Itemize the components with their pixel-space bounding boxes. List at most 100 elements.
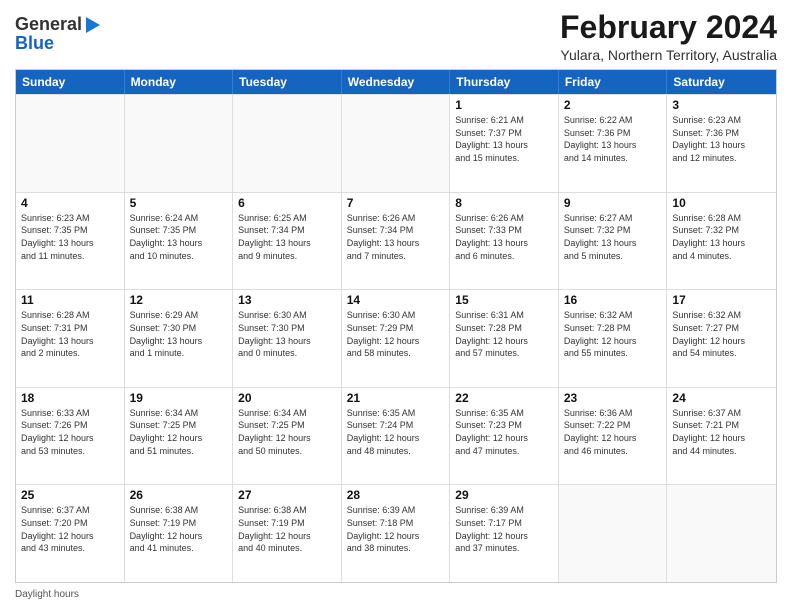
calendar-cell — [559, 485, 668, 582]
header-cell-tuesday: Tuesday — [233, 70, 342, 94]
day-number: 22 — [455, 391, 553, 405]
day-number: 21 — [347, 391, 445, 405]
day-number: 9 — [564, 196, 662, 210]
subtitle: Yulara, Northern Territory, Australia — [560, 47, 777, 63]
day-number: 25 — [21, 488, 119, 502]
day-number: 12 — [130, 293, 228, 307]
day-info: Sunrise: 6:26 AMSunset: 7:33 PMDaylight:… — [455, 212, 553, 262]
calendar-week-1: 4 Sunrise: 6:23 AMSunset: 7:35 PMDaylight… — [16, 192, 776, 290]
day-info: Sunrise: 6:38 AMSunset: 7:19 PMDaylight:… — [238, 504, 336, 554]
header: General Blue February 2024 Yulara, North… — [15, 10, 777, 63]
calendar-cell: 1 Sunrise: 6:21 AMSunset: 7:37 PMDaylight… — [450, 95, 559, 192]
day-number: 7 — [347, 196, 445, 210]
day-number: 5 — [130, 196, 228, 210]
day-number: 4 — [21, 196, 119, 210]
header-cell-wednesday: Wednesday — [342, 70, 451, 94]
calendar-cell: 10 Sunrise: 6:28 AMSunset: 7:32 PMDayligh… — [667, 193, 776, 290]
calendar-cell — [233, 95, 342, 192]
calendar-week-2: 11 Sunrise: 6:28 AMSunset: 7:31 PMDayligh… — [16, 289, 776, 387]
day-number: 17 — [672, 293, 771, 307]
day-number: 6 — [238, 196, 336, 210]
day-info: Sunrise: 6:26 AMSunset: 7:34 PMDaylight:… — [347, 212, 445, 262]
day-number: 19 — [130, 391, 228, 405]
calendar-cell: 26 Sunrise: 6:38 AMSunset: 7:19 PMDayligh… — [125, 485, 234, 582]
day-number: 14 — [347, 293, 445, 307]
day-number: 11 — [21, 293, 119, 307]
header-cell-friday: Friday — [559, 70, 668, 94]
day-info: Sunrise: 6:32 AMSunset: 7:28 PMDaylight:… — [564, 309, 662, 359]
day-info: Sunrise: 6:36 AMSunset: 7:22 PMDaylight:… — [564, 407, 662, 457]
calendar-cell: 18 Sunrise: 6:33 AMSunset: 7:26 PMDayligh… — [16, 388, 125, 485]
day-number: 23 — [564, 391, 662, 405]
calendar-week-0: 1 Sunrise: 6:21 AMSunset: 7:37 PMDaylight… — [16, 94, 776, 192]
day-number: 10 — [672, 196, 771, 210]
day-info: Sunrise: 6:34 AMSunset: 7:25 PMDaylight:… — [238, 407, 336, 457]
day-info: Sunrise: 6:21 AMSunset: 7:37 PMDaylight:… — [455, 114, 553, 164]
day-number: 16 — [564, 293, 662, 307]
title-block: February 2024 Yulara, Northern Territory… — [560, 10, 777, 63]
footer-note: Daylight hours — [15, 587, 777, 602]
header-cell-sunday: Sunday — [16, 70, 125, 94]
calendar-cell: 27 Sunrise: 6:38 AMSunset: 7:19 PMDayligh… — [233, 485, 342, 582]
day-info: Sunrise: 6:28 AMSunset: 7:32 PMDaylight:… — [672, 212, 771, 262]
calendar-cell: 16 Sunrise: 6:32 AMSunset: 7:28 PMDayligh… — [559, 290, 668, 387]
calendar-cell: 15Sunrise: 6:31 AMSunset: 7:28 PMDayligh… — [450, 290, 559, 387]
day-number: 13 — [238, 293, 336, 307]
calendar-cell: 28Sunrise: 6:39 AMSunset: 7:18 PMDayligh… — [342, 485, 451, 582]
calendar-cell — [667, 485, 776, 582]
calendar-cell: 7 Sunrise: 6:26 AMSunset: 7:34 PMDaylight… — [342, 193, 451, 290]
calendar-cell: 14 Sunrise: 6:30 AMSunset: 7:29 PMDayligh… — [342, 290, 451, 387]
day-number: 8 — [455, 196, 553, 210]
day-number: 24 — [672, 391, 771, 405]
day-info: Sunrise: 6:32 AMSunset: 7:27 PMDaylight:… — [672, 309, 771, 359]
calendar-cell: 3 Sunrise: 6:23 AMSunset: 7:36 PMDaylight… — [667, 95, 776, 192]
day-info: Sunrise: 6:29 AMSunset: 7:30 PMDaylight:… — [130, 309, 228, 359]
day-number: 1 — [455, 98, 553, 112]
day-info: Sunrise: 6:35 AMSunset: 7:23 PMDaylight:… — [455, 407, 553, 457]
calendar-cell: 19Sunrise: 6:34 AMSunset: 7:25 PMDayligh… — [125, 388, 234, 485]
day-number: 29 — [455, 488, 553, 502]
header-cell-monday: Monday — [125, 70, 234, 94]
day-info: Sunrise: 6:23 AMSunset: 7:35 PMDaylight:… — [21, 212, 119, 262]
header-cell-thursday: Thursday — [450, 70, 559, 94]
main-title: February 2024 — [560, 10, 777, 45]
calendar-cell — [342, 95, 451, 192]
day-info: Sunrise: 6:38 AMSunset: 7:19 PMDaylight:… — [130, 504, 228, 554]
calendar-cell: 9 Sunrise: 6:27 AMSunset: 7:32 PMDaylight… — [559, 193, 668, 290]
day-number: 20 — [238, 391, 336, 405]
calendar-cell — [125, 95, 234, 192]
day-info: Sunrise: 6:28 AMSunset: 7:31 PMDaylight:… — [21, 309, 119, 359]
header-cell-saturday: Saturday — [667, 70, 776, 94]
calendar-cell: 6 Sunrise: 6:25 AMSunset: 7:34 PMDaylight… — [233, 193, 342, 290]
day-info: Sunrise: 6:30 AMSunset: 7:29 PMDaylight:… — [347, 309, 445, 359]
calendar-week-4: 25 Sunrise: 6:37 AMSunset: 7:20 PMDayligh… — [16, 484, 776, 582]
day-info: Sunrise: 6:31 AMSunset: 7:28 PMDaylight:… — [455, 309, 553, 359]
day-info: Sunrise: 6:39 AMSunset: 7:17 PMDaylight:… — [455, 504, 553, 554]
day-info: Sunrise: 6:37 AMSunset: 7:20 PMDaylight:… — [21, 504, 119, 554]
calendar: SundayMondayTuesdayWednesdayThursdayFrid… — [15, 69, 777, 583]
calendar-week-3: 18 Sunrise: 6:33 AMSunset: 7:26 PMDayligh… — [16, 387, 776, 485]
day-info: Sunrise: 6:23 AMSunset: 7:36 PMDaylight:… — [672, 114, 771, 164]
day-number: 28 — [347, 488, 445, 502]
day-info: Sunrise: 6:25 AMSunset: 7:34 PMDaylight:… — [238, 212, 336, 262]
calendar-cell: 24 Sunrise: 6:37 AMSunset: 7:21 PMDayligh… — [667, 388, 776, 485]
day-info: Sunrise: 6:33 AMSunset: 7:26 PMDaylight:… — [21, 407, 119, 457]
day-number: 18 — [21, 391, 119, 405]
logo-blue-text: Blue — [15, 33, 54, 54]
day-info: Sunrise: 6:37 AMSunset: 7:21 PMDaylight:… — [672, 407, 771, 457]
calendar-cell: 8 Sunrise: 6:26 AMSunset: 7:33 PMDaylight… — [450, 193, 559, 290]
calendar-cell: 29 Sunrise: 6:39 AMSunset: 7:17 PMDayligh… — [450, 485, 559, 582]
logo-triangle-icon — [86, 17, 100, 33]
calendar-cell: 17 Sunrise: 6:32 AMSunset: 7:27 PMDayligh… — [667, 290, 776, 387]
day-number: 3 — [672, 98, 771, 112]
day-info: Sunrise: 6:27 AMSunset: 7:32 PMDaylight:… — [564, 212, 662, 262]
logo: General Blue — [15, 14, 100, 54]
day-info: Sunrise: 6:30 AMSunset: 7:30 PMDaylight:… — [238, 309, 336, 359]
calendar-header: SundayMondayTuesdayWednesdayThursdayFrid… — [16, 70, 776, 94]
day-number: 27 — [238, 488, 336, 502]
logo-general-text: General — [15, 14, 82, 35]
calendar-cell — [16, 95, 125, 192]
day-number: 26 — [130, 488, 228, 502]
calendar-cell: 4 Sunrise: 6:23 AMSunset: 7:35 PMDaylight… — [16, 193, 125, 290]
calendar-cell: 21Sunrise: 6:35 AMSunset: 7:24 PMDayligh… — [342, 388, 451, 485]
